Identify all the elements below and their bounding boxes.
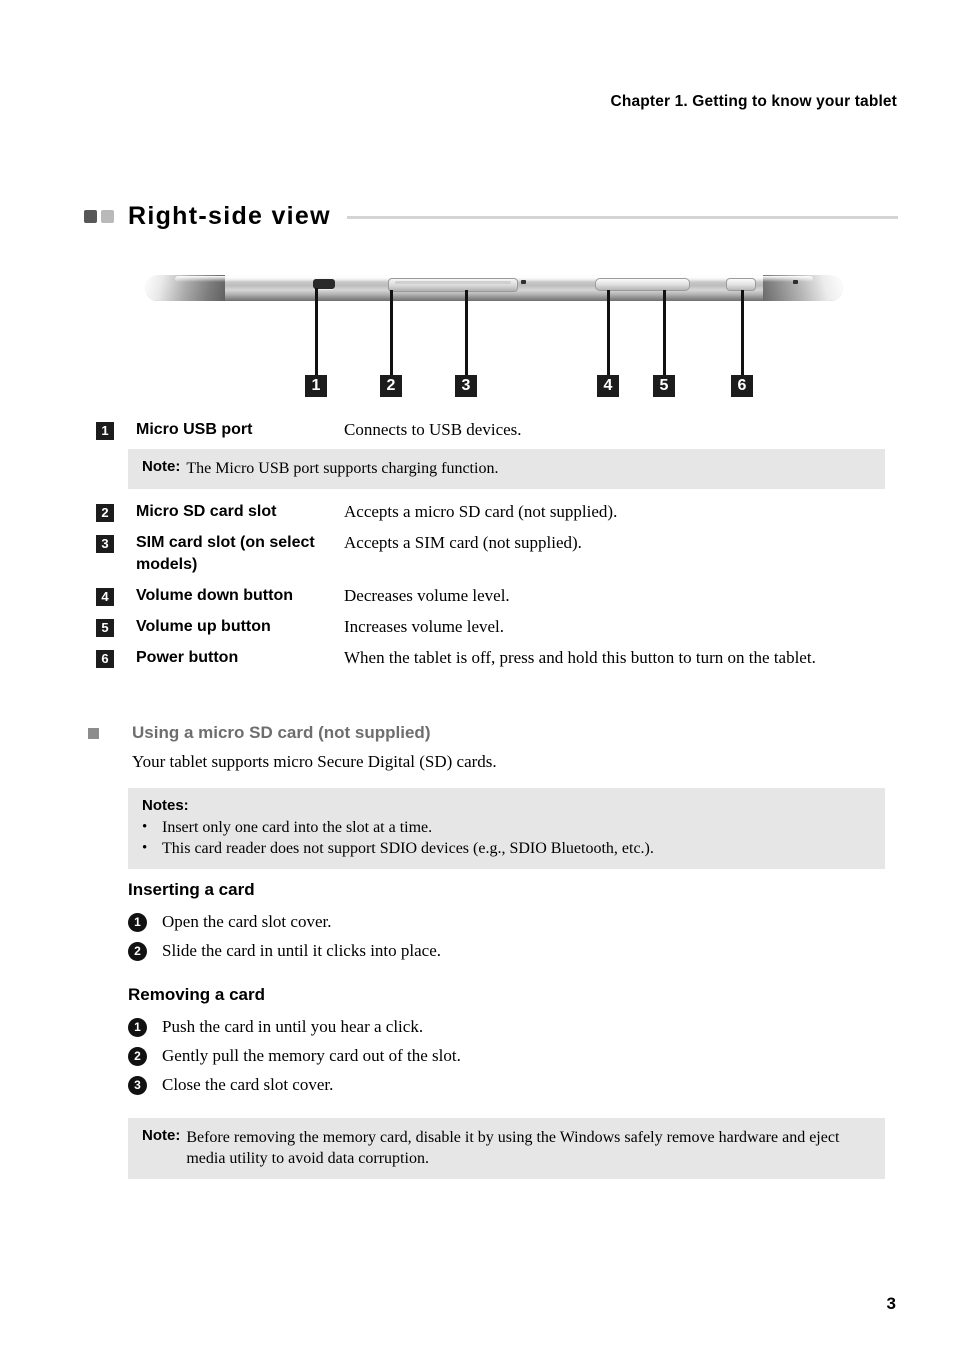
spec-number-6: 6 [96,650,114,668]
notes-bullet-item: • This card reader does not support SDIO… [142,838,871,859]
leader-line-4 [607,290,610,378]
page-number: 3 [886,1294,896,1313]
removing-step: 3 Close the card slot cover. [128,1073,828,1096]
step-number-circle: 2 [128,1047,147,1066]
tablet-illustration [145,275,843,301]
subsection-heading-row: Using a micro SD card (not supplied) [88,723,898,743]
inserting-step-text-1: Open the card slot cover. [162,912,332,931]
feature-description-list: 1 Micro USB port Connects to USB devices… [96,419,896,674]
bullet-dot-icon: • [142,840,148,856]
spec-number-1: 1 [96,422,114,440]
notes-bullet-item: • Insert only one card into the slot at … [142,817,871,838]
title-square-light-icon [101,209,114,223]
figure-card-slot-cover [388,278,518,292]
spec-number-4: 4 [96,588,114,606]
spec-label-2: Micro SD card slot [136,503,277,520]
spec-number-3: 3 [96,535,114,553]
removing-step: 2 Gently pull the memory card out of the… [128,1044,828,1067]
spec-row-micro-usb-port: 1 Micro USB port Connects to USB devices… [96,419,896,441]
spec-row-micro-sd-card-slot: 2 Micro SD card slot Accepts a micro SD … [96,501,896,523]
bullet-dot-icon: • [142,819,148,835]
page-title: Right-side view [128,201,331,230]
removing-step-text-1: Push the card in until you hear a click. [162,1017,424,1036]
step-number-circle: 1 [128,1018,147,1037]
micro-sd-notes-box: Notes: • Insert only one card into the s… [128,788,885,869]
usb-note-label: Note: [142,458,181,475]
spec-row-power-button: 6 Power button When the tablet is off, p… [96,647,896,669]
bottom-note-box: Note: Before removing the memory card, d… [128,1118,885,1179]
inserting-step: 1 Open the card slot cover. [128,910,828,933]
leader-line-5 [663,290,666,378]
spec-desc-2: Accepts a micro SD card (not supplied). [344,502,618,521]
spec-label-6: Power button [136,649,239,666]
bottom-note-label: Note: [142,1127,181,1144]
tablet-right-side-figure: 1 2 3 4 5 6 [140,266,848,401]
leader-line-1 [315,288,318,378]
step-number-circle: 1 [128,913,147,932]
section-title-row: Right-side view [84,199,898,233]
removing-step: 1 Push the card in until you hear a clic… [128,1015,828,1038]
chapter-running-header: Chapter 1. Getting to know your tablet [610,93,897,110]
spec-label-3: SIM card slot (on select models) [136,534,315,573]
figure-microphone-hole-left [521,280,526,284]
subsection-title: Using a micro SD card (not supplied) [132,723,431,742]
removing-step-text-3: Close the card slot cover. [162,1075,334,1094]
notes-box-title: Notes: [142,797,189,814]
step-number-circle: 2 [128,942,147,961]
spec-row-volume-up-button: 5 Volume up button Increases volume leve… [96,616,896,638]
spec-desc-3: Accepts a SIM card (not supplied). [344,533,582,552]
notes-bullet-text-2: This card reader does not support SDIO d… [162,840,654,857]
spec-desc-4: Decreases volume level. [344,586,510,605]
inserting-step: 2 Slide the card in until it clicks into… [128,939,828,962]
removing-a-card-heading: Removing a card [128,985,265,1004]
spec-desc-1: Connects to USB devices. [344,420,522,439]
removing-step-text-2: Gently pull the memory card out of the s… [162,1046,461,1065]
callout-box-4: 4 [597,375,619,397]
figure-microphone-hole-right [793,280,798,284]
using-micro-sd-card-subsection: Using a micro SD card (not supplied) You… [88,723,898,773]
leader-line-3 [465,290,468,378]
spec-desc-6: When the tablet is off, press and hold t… [344,648,816,667]
title-rule-divider [346,216,898,219]
spec-label-5: Volume up button [136,618,271,635]
inserting-step-text-2: Slide the card in until it clicks into p… [162,941,442,960]
inserting-a-card-heading: Inserting a card [128,880,255,899]
removing-a-card-section: Removing a card 1 Push the card in until… [128,985,828,1102]
callout-box-5: 5 [653,375,675,397]
subsection-bullet-square-icon [88,727,99,739]
spec-number-2: 2 [96,504,114,522]
bottom-note-text: Before removing the memory card, disable… [186,1129,840,1167]
spec-row-sim-card-slot: 3 SIM card slot (on select models) Accep… [96,532,896,576]
inserting-a-card-section: Inserting a card 1 Open the card slot co… [128,880,828,968]
spec-label-1: Micro USB port [136,421,253,438]
spec-number-5: 5 [96,619,114,637]
spec-desc-5: Increases volume level. [344,617,505,636]
usb-note-text: The Micro USB port supports charging fun… [186,460,499,477]
subsection-body-text: Your tablet supports micro Secure Digita… [132,752,497,771]
leader-line-6 [741,290,744,378]
spec-label-4: Volume down button [136,587,294,604]
step-number-circle: 3 [128,1076,147,1095]
title-square-dark-icon [84,209,97,223]
callout-box-6: 6 [731,375,753,397]
usb-note-box: Note: The Micro USB port supports chargi… [128,449,885,489]
callout-box-3: 3 [455,375,477,397]
notes-bullet-text-1: Insert only one card into the slot at a … [162,819,433,836]
spec-row-volume-down-button: 4 Volume down button Decreases volume le… [96,585,896,607]
callout-box-2: 2 [380,375,402,397]
leader-line-2 [390,290,393,378]
callout-box-1: 1 [305,375,327,397]
